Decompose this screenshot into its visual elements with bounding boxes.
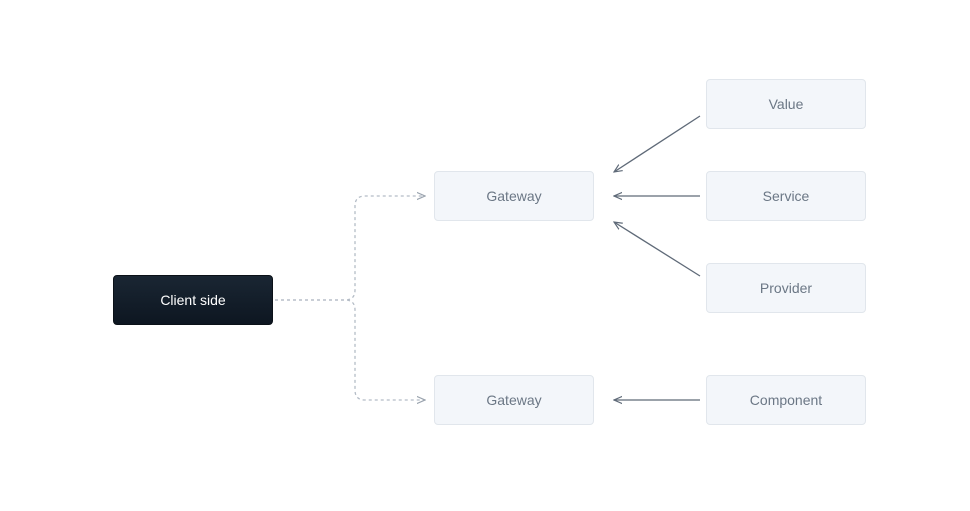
edge-client-gateway1: [275, 196, 425, 300]
node-label: Component: [750, 392, 822, 408]
node-label: Gateway: [486, 188, 541, 204]
edge-client-gateway2: [275, 300, 425, 400]
node-label: Service: [763, 188, 810, 204]
edge-provider-gateway1: [614, 222, 700, 276]
node-label: Client side: [160, 292, 225, 308]
node-label: Gateway: [486, 392, 541, 408]
node-provider: Provider: [706, 263, 866, 313]
node-service: Service: [706, 171, 866, 221]
node-client-side: Client side: [113, 275, 273, 325]
edge-value-gateway1: [614, 116, 700, 172]
node-label: Value: [769, 96, 804, 112]
connector-layer: [0, 0, 970, 511]
node-gateway-2: Gateway: [434, 375, 594, 425]
node-label: Provider: [760, 280, 812, 296]
node-gateway-1: Gateway: [434, 171, 594, 221]
node-component: Component: [706, 375, 866, 425]
node-value: Value: [706, 79, 866, 129]
